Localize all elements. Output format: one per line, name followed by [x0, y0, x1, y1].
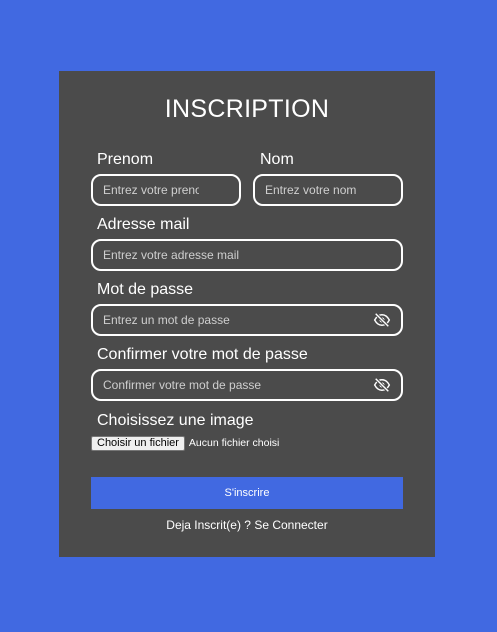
email-label: Adresse mail	[97, 216, 190, 233]
login-prompt-text: Deja Inscrit(e) ?	[166, 518, 255, 532]
image-label: Choisissez une image	[97, 412, 254, 429]
password-visibility-toggle-icon[interactable]	[373, 313, 391, 327]
signup-button[interactable]: S'inscrire	[91, 477, 403, 509]
lastname-label: Nom	[260, 151, 294, 168]
firstname-field-wrapper	[91, 174, 241, 206]
lastname-field-wrapper	[253, 174, 403, 206]
choose-file-button[interactable]: Choisir un fichier	[91, 435, 185, 451]
login-prompt: Deja Inscrit(e) ? Se Connecter	[59, 518, 435, 532]
password-label: Mot de passe	[97, 281, 194, 298]
file-status-text: Aucun fichier choisi	[188, 437, 280, 449]
form-title: INSCRIPTION	[164, 95, 330, 123]
confirm-password-label: Confirmer votre mot de passe	[97, 346, 308, 363]
confirm-password-visibility-toggle-icon[interactable]	[373, 378, 391, 392]
signup-card: INSCRIPTION Prenom Nom Adresse mail Mot …	[59, 71, 435, 557]
confirm-password-field-wrapper	[91, 369, 403, 401]
password-input[interactable]	[93, 306, 401, 334]
lastname-input[interactable]	[255, 176, 401, 204]
firstname-label: Prenom	[97, 151, 154, 168]
password-field-wrapper	[91, 304, 403, 336]
confirm-password-input[interactable]	[93, 371, 401, 399]
image-file-picker: Choisir un fichier Aucun fichier choisi	[91, 435, 279, 451]
email-field-wrapper	[91, 239, 403, 271]
login-link[interactable]: Se Connecter	[254, 518, 327, 532]
firstname-input[interactable]	[93, 176, 239, 204]
email-input[interactable]	[93, 241, 401, 269]
